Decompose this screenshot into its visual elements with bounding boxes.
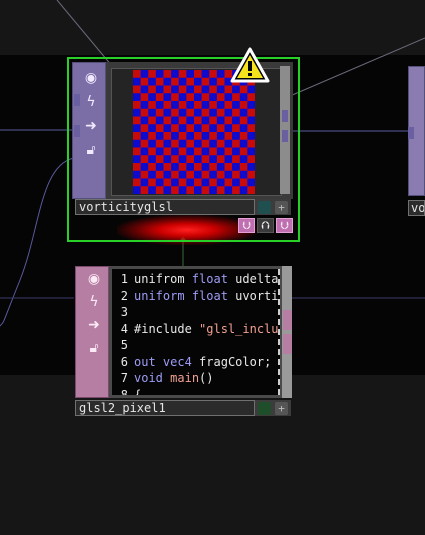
partial-node-right[interactable]: vo: [408, 66, 425, 216]
lock-icon[interactable]: 🔓︎: [83, 338, 105, 358]
display-flag-button[interactable]: [258, 402, 271, 415]
output-bar: [282, 266, 292, 398]
code-token: float: [191, 288, 228, 303]
line-number: 5: [120, 338, 128, 352]
code-token: out: [134, 354, 156, 369]
code-token: main: [170, 371, 200, 385]
line-number: 7: [120, 371, 128, 385]
code-token: float: [191, 272, 228, 286]
code-editor[interactable]: 1 unifrom float udelta 2 uniform float uvor…: [112, 269, 280, 395]
line-number: 8: [120, 387, 128, 396]
glsl2-pixel-node[interactable]: ◉ ϟ ➜ 🔓︎ 1 unifrom float udelta 2 uniform f…: [75, 266, 293, 416]
flag-panel: +: [255, 199, 291, 215]
code-line[interactable]: 2 uniform float uvorti: [112, 288, 279, 304]
arrow-right-icon[interactable]: ➜: [83, 315, 105, 335]
code-line[interactable]: 1 unifrom float udelta: [112, 271, 279, 287]
code-token: void: [134, 371, 163, 385]
node-name-field[interactable]: vorticityglsl: [75, 199, 255, 215]
code-token: (): [199, 371, 214, 385]
code-line[interactable]: 4 #include "glsl_inclu: [112, 321, 279, 337]
input-connector[interactable]: [74, 94, 80, 106]
line-number: 1: [120, 272, 128, 286]
warning-icon[interactable]: [230, 47, 270, 83]
line-number: 6: [120, 354, 128, 369]
code-line[interactable]: 6 out vec4 fragColor;: [112, 354, 272, 370]
code-token: vec4: [162, 354, 192, 369]
code-token: fragColor;: [191, 354, 272, 369]
cook-bolt-icon[interactable]: ϟ: [83, 292, 105, 312]
node-sidebar: ◉ ϟ ➜ 🔓︎: [75, 266, 109, 398]
output-connector[interactable]: [283, 334, 292, 354]
code-token: uvorti: [227, 288, 279, 303]
input-connector[interactable]: [408, 127, 414, 139]
checkerboard-preview: [133, 70, 255, 194]
line-number: 4: [120, 321, 128, 336]
node-name-field[interactable]: vo: [408, 200, 425, 216]
code-token: unifrom: [134, 272, 192, 286]
down-arrow-button[interactable]: ⮋: [238, 218, 255, 233]
line-number: 3: [120, 305, 128, 319]
lock-icon[interactable]: 🔓︎: [80, 140, 102, 160]
add-icon[interactable]: +: [275, 402, 288, 415]
up-arrow-button[interactable]: ⮉: [257, 218, 274, 233]
code-line[interactable]: 8{: [112, 387, 141, 396]
code-token: uniform: [134, 288, 185, 303]
display-flag-button[interactable]: [258, 201, 271, 214]
code-line[interactable]: 3: [112, 304, 134, 320]
code-token: #include: [134, 321, 200, 336]
vorticity-glsl-node[interactable]: ◉ ϟ ➜ 🔓︎ vorticityglsl + ⮋ ⮉ ⮋: [67, 57, 300, 245]
line-number: 2: [120, 288, 128, 303]
code-token: udelta: [227, 272, 279, 286]
output-connector[interactable]: [283, 310, 292, 330]
input-connector[interactable]: [74, 125, 80, 137]
code-line[interactable]: 7 void main(): [112, 370, 214, 386]
flag-panel: +: [255, 400, 291, 416]
down-arrow-button-right[interactable]: ⮋: [276, 218, 293, 233]
code-token: {: [134, 387, 142, 396]
arrow-right-icon[interactable]: ➜: [80, 116, 102, 136]
viewer-icon[interactable]: ◉: [80, 68, 102, 88]
add-icon[interactable]: +: [275, 201, 288, 214]
output-connector[interactable]: [282, 130, 288, 142]
cook-bolt-icon[interactable]: ϟ: [80, 92, 102, 112]
output-connector[interactable]: [282, 110, 288, 122]
node-name-field[interactable]: glsl2_pixel1: [75, 400, 255, 416]
code-token: "glsl_inclu: [199, 321, 279, 336]
viewer-icon[interactable]: ◉: [83, 269, 105, 289]
code-line[interactable]: 5: [112, 337, 134, 353]
